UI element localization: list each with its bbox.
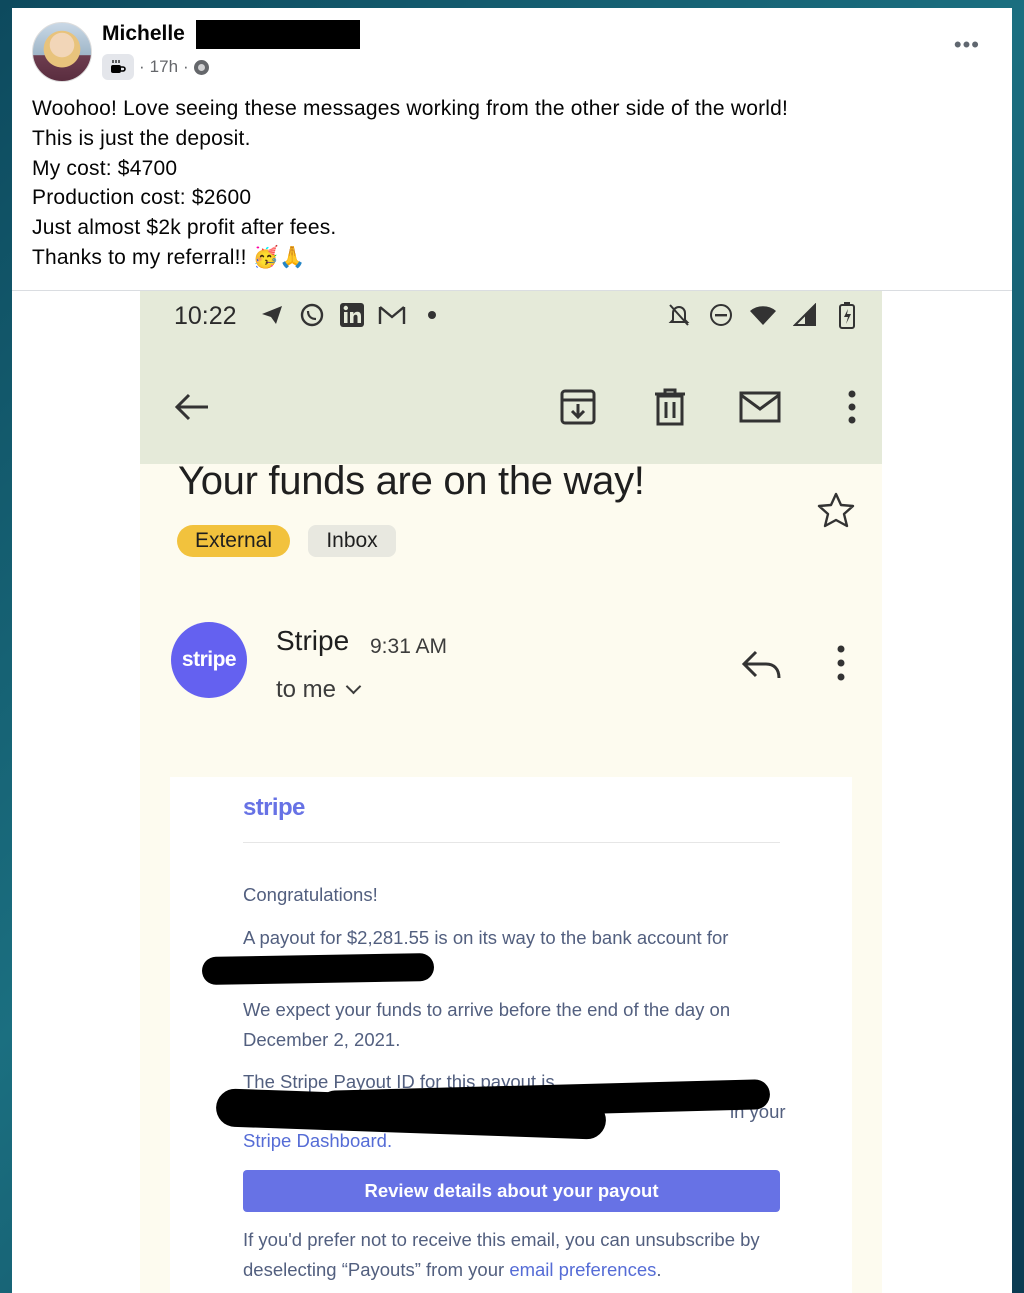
post-line: Thanks to my referral!! 🥳🙏 bbox=[32, 245, 306, 269]
post-line: Production cost: $2600 bbox=[32, 186, 252, 210]
dot-icon bbox=[418, 301, 446, 329]
chevron-down-icon bbox=[345, 678, 362, 695]
status-bar: 10:22 bbox=[140, 291, 882, 361]
recipient-toggle[interactable]: to me bbox=[276, 676, 362, 704]
recipient-label: to me bbox=[276, 676, 337, 703]
post-line: Woohoo! Love seeing these messages worki… bbox=[32, 97, 789, 120]
email-body: stripe Congratulations! A payout for $2,… bbox=[170, 777, 852, 1293]
system-icons bbox=[665, 301, 861, 329]
email-payout-line: A payout for $2,281.55 is on its way to … bbox=[243, 927, 729, 948]
post-header: Michelle · 17h · ••• bbox=[12, 8, 1012, 98]
sender-time: 9:31 AM bbox=[370, 635, 448, 658]
email-greeting: Congratulations! bbox=[243, 884, 378, 905]
notification-icons bbox=[258, 301, 446, 329]
email-divider bbox=[243, 842, 780, 843]
mark-unread-icon[interactable] bbox=[738, 385, 782, 429]
whatsapp-icon bbox=[298, 301, 326, 329]
review-payout-button[interactable]: Review details about your payout bbox=[243, 1170, 780, 1212]
attached-screenshot[interactable]: 10:22 Your funds are on the way! Externa… bbox=[140, 291, 882, 1293]
post-line: This is just the deposit. bbox=[32, 126, 251, 150]
label-external[interactable]: External bbox=[177, 525, 290, 557]
author-name[interactable]: Michelle bbox=[102, 22, 185, 46]
post-meta: · 17h · bbox=[102, 54, 209, 80]
reply-icon[interactable] bbox=[740, 644, 784, 684]
dnd-icon bbox=[707, 301, 735, 329]
meta-separator: · bbox=[139, 57, 145, 76]
overflow-menu-icon[interactable] bbox=[830, 385, 874, 429]
more-options-icon[interactable]: ••• bbox=[954, 34, 980, 56]
facebook-post-card: Michelle · 17h · ••• Woohoo! Love seeing… bbox=[12, 8, 1012, 1293]
linkedin-icon bbox=[338, 301, 366, 329]
archive-icon[interactable] bbox=[556, 385, 600, 429]
stripe-logo: stripe bbox=[243, 794, 305, 821]
back-arrow-icon[interactable] bbox=[170, 385, 214, 429]
friends-icon bbox=[193, 59, 209, 75]
email-subject: Your funds are on the way! bbox=[178, 459, 645, 503]
star-icon[interactable] bbox=[816, 491, 856, 531]
coffee-cup-icon[interactable] bbox=[102, 54, 134, 80]
meta-separator-2: · bbox=[183, 57, 189, 76]
redacted-surname bbox=[196, 20, 360, 49]
gmail-icon bbox=[378, 301, 406, 329]
wifi-icon bbox=[749, 301, 777, 329]
delete-icon[interactable] bbox=[648, 385, 692, 429]
unsubscribe-post: . bbox=[656, 1258, 662, 1280]
status-time: 10:22 bbox=[174, 302, 237, 330]
message-more-icon[interactable] bbox=[826, 643, 856, 683]
post-line: My cost: $4700 bbox=[32, 156, 178, 180]
unsubscribe-text: If you'd prefer not to receive this emai… bbox=[243, 1225, 783, 1284]
signal-icon bbox=[791, 301, 819, 329]
telegram-icon bbox=[258, 301, 286, 329]
battery-icon bbox=[833, 301, 861, 329]
label-inbox[interactable]: Inbox bbox=[308, 525, 396, 557]
sender-name: Stripe bbox=[276, 625, 350, 656]
author-avatar[interactable] bbox=[32, 22, 92, 82]
post-age[interactable]: 17h bbox=[150, 57, 178, 77]
sender-avatar[interactable]: stripe bbox=[171, 622, 247, 698]
alarm-off-icon bbox=[665, 301, 693, 329]
email-expect-line: We expect your funds to arrive before th… bbox=[243, 999, 731, 1050]
gmail-app-bar bbox=[140, 361, 882, 464]
email-preferences-link[interactable]: email preferences bbox=[509, 1259, 656, 1280]
post-line: Just almost $2k profit after fees. bbox=[32, 216, 337, 240]
unsubscribe-pre: If you'd prefer not to receive this emai… bbox=[243, 1229, 760, 1280]
redaction-mark bbox=[201, 952, 435, 986]
post-body: Woohoo! Love seeing these messages worki… bbox=[32, 94, 992, 273]
